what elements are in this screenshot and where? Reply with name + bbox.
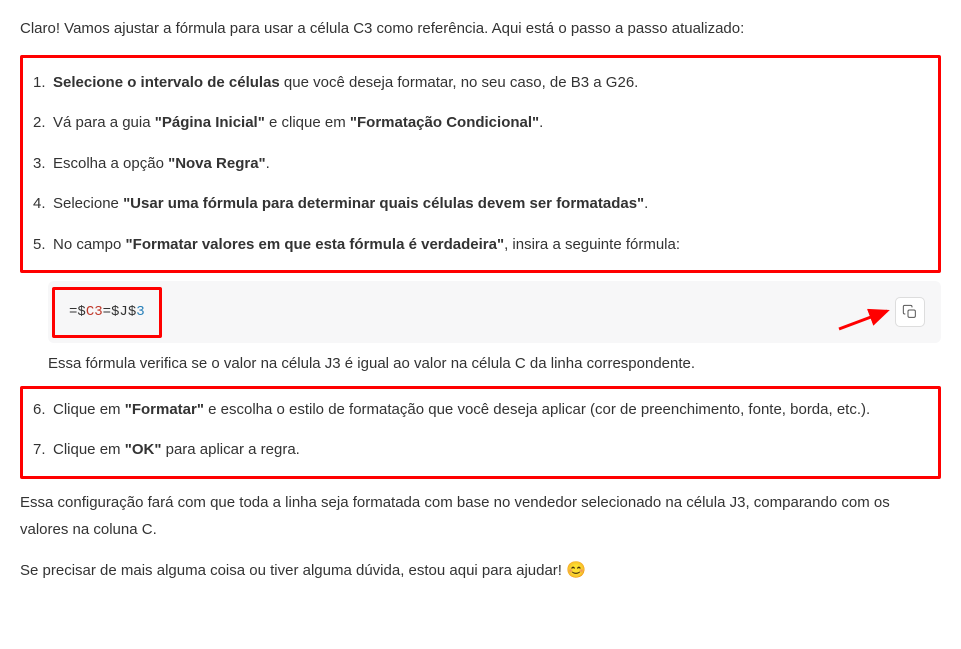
step-number: 1.: [33, 72, 46, 95]
highlight-box-1: 1. Selecione o intervalo de células que …: [20, 55, 941, 274]
step-text-post: .: [539, 114, 543, 131]
step-number: 6.: [33, 399, 46, 422]
step-text-pre: No campo: [53, 236, 126, 253]
code-highlight-box: =$C3=$J$3: [52, 287, 162, 338]
step-text-mid: e clique em: [265, 114, 350, 131]
step-2: 2. Vá para a guia "Página Inicial" e cli…: [33, 112, 928, 135]
step-text-mid: .: [266, 155, 270, 172]
step-bold: "Formatar": [125, 401, 204, 418]
step-text-pre: Selecione: [53, 195, 123, 212]
step-text-pre: Escolha a opção: [53, 155, 168, 172]
smile-emoji: 😊: [566, 562, 586, 579]
outro-text: Essa configuração fará com que toda a li…: [20, 489, 941, 543]
step-text-mid: que você deseja formatar, no seu caso, d…: [280, 74, 639, 91]
step-text-pre: Clique em: [53, 441, 125, 458]
step-text-mid: , insira a seguinte fórmula:: [504, 236, 680, 253]
code-block-wrapper: =$C3=$J$3: [48, 281, 941, 343]
step-bold-2: "Formatação Condicional": [350, 114, 539, 131]
code-segment: =$: [69, 304, 86, 320]
step-7: 7. Clique em "OK" para aplicar a regra.: [33, 439, 928, 462]
step-number: 5.: [33, 234, 46, 257]
step-number: 2.: [33, 112, 46, 135]
step-4: 4. Selecione "Usar uma fórmula para dete…: [33, 193, 928, 216]
step-6: 6. Clique em "Formatar" e escolha o esti…: [33, 399, 928, 422]
step-bold: "Página Inicial": [155, 114, 265, 131]
step-text-mid: para aplicar a regra.: [161, 441, 299, 458]
step-bold: "Formatar valores em que esta fórmula é …: [126, 236, 505, 253]
closing-text: Se precisar de mais alguma coisa ou tive…: [20, 559, 941, 583]
step-3: 3. Escolha a opção "Nova Regra".: [33, 153, 928, 176]
code-cell-ref: C3: [86, 304, 103, 320]
step-bold: "Usar uma fórmula para determinar quais …: [123, 195, 644, 212]
step-bold: "Nova Regra": [168, 155, 266, 172]
code-content: =$C3=$J$3: [69, 304, 145, 320]
step-bold: Selecione o intervalo de células: [53, 74, 280, 91]
highlight-box-2: 6. Clique em "Formatar" e escolha o esti…: [20, 386, 941, 479]
closing-message: Se precisar de mais alguma coisa ou tive…: [20, 562, 566, 579]
step-1: 1. Selecione o intervalo de células que …: [33, 72, 928, 95]
code-segment: =$J$: [103, 304, 137, 320]
copy-icon: [902, 304, 918, 320]
step-bold: "OK": [125, 441, 162, 458]
code-block: =$C3=$J$3: [48, 281, 941, 343]
intro-text: Claro! Vamos ajustar a fórmula para usar…: [20, 18, 941, 41]
step-number: 3.: [33, 153, 46, 176]
step-number: 4.: [33, 193, 46, 216]
formula-explain: Essa fórmula verifica se o valor na célu…: [48, 353, 941, 376]
step-number: 7.: [33, 439, 46, 462]
step-text-mid: e escolha o estilo de formatação que voc…: [204, 401, 870, 418]
step-5: 5. No campo "Formatar valores em que est…: [33, 234, 928, 257]
steps-list-b: 6. Clique em "Formatar" e escolha o esti…: [33, 399, 928, 462]
step-text-pre: Vá para a guia: [53, 114, 155, 131]
step-text-pre: Clique em: [53, 401, 125, 418]
code-number: 3: [136, 304, 144, 320]
steps-list-a: 1. Selecione o intervalo de células que …: [33, 72, 928, 257]
copy-button[interactable]: [895, 297, 925, 327]
step-text-mid: .: [644, 195, 648, 212]
